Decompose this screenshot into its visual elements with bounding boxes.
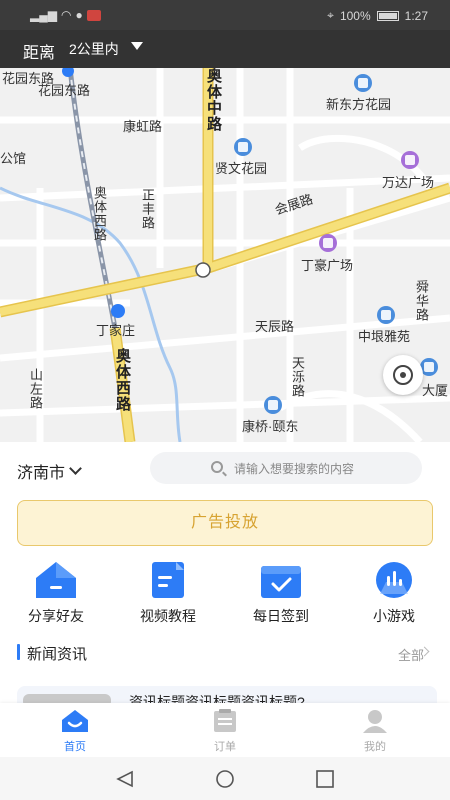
- map-label: 舜华路: [414, 280, 429, 322]
- map-label: 天辰路: [255, 319, 295, 334]
- map-label: 奥体中路: [205, 68, 222, 132]
- city-label: 济南市: [17, 465, 66, 482]
- poi-icon[interactable]: [264, 396, 282, 414]
- tab-orders[interactable]: 订单: [150, 703, 300, 757]
- status-bar: ▂▄▆ ◠ ● ⌖ 100% 1:27: [0, 0, 450, 30]
- home-icon: [62, 710, 88, 732]
- shortcut-label: 每日签到: [253, 608, 309, 624]
- tab-label: 订单: [214, 741, 236, 753]
- recents-square-icon[interactable]: [315, 770, 335, 788]
- map-label: 丁家庄: [96, 323, 136, 338]
- city-selector[interactable]: 济南市: [17, 459, 82, 483]
- back-triangle-icon[interactable]: [115, 770, 135, 788]
- chat-icon: ●: [75, 8, 83, 22]
- poi-icon[interactable]: [234, 138, 252, 156]
- shortcut-label: 视频教程: [140, 608, 196, 624]
- shortcut-label: 分享好友: [28, 608, 84, 624]
- news-section-header: 新闻资讯 全部: [0, 640, 450, 666]
- map-label: 新东方花园: [326, 97, 392, 112]
- map-label: 万达广场: [382, 175, 435, 190]
- signal-icon: ▂▄▆: [30, 8, 57, 22]
- map-view[interactable]: 花园东路 花园东路 奥体中路 新东方花园 康虹路 公馆 贤文花园 万达广场 正丰…: [0, 68, 450, 442]
- section-accent-bar: [17, 644, 20, 660]
- distance-dropdown[interactable]: 2公里内: [69, 39, 119, 59]
- system-nav-bar: [0, 757, 450, 800]
- map-label: 中垠雅苑: [358, 329, 411, 344]
- poi-icon[interactable]: [401, 151, 419, 169]
- home-circle-icon[interactable]: [214, 770, 236, 788]
- poi-icon[interactable]: [377, 306, 395, 324]
- shortcut-label: 小游戏: [373, 608, 415, 624]
- news-title: 新闻资讯: [27, 646, 88, 663]
- status-right: ⌖ 100% 1:27: [327, 8, 428, 23]
- poi-icon[interactable]: [354, 74, 372, 92]
- tab-home[interactable]: 首页: [0, 703, 150, 757]
- minor-roads: [0, 68, 450, 442]
- map-label: 正丰路: [140, 188, 155, 230]
- wifi-icon: ◠: [60, 8, 72, 22]
- map-label: 康虹路: [123, 119, 163, 134]
- checkin-icon: [261, 566, 301, 598]
- search-input[interactable]: 请输入想要搜索的内容: [150, 452, 422, 484]
- locate-me-button[interactable]: [383, 355, 423, 395]
- map-label: 康桥·颐东: [242, 419, 299, 434]
- game-chart-icon: [376, 562, 412, 598]
- shortcut-daily-checkin[interactable]: 每日签到: [225, 558, 337, 628]
- map-label: 公馆: [0, 151, 27, 166]
- document-icon: [152, 562, 184, 598]
- main-roads: [0, 68, 450, 442]
- map-label: 山左路: [28, 368, 43, 410]
- map-label: 大厦: [422, 383, 449, 398]
- location-icon: ⌖: [327, 8, 334, 22]
- battery-percent: 100%: [339, 8, 371, 23]
- user-icon: [363, 710, 387, 733]
- map-label: 丁豪广场: [301, 258, 354, 273]
- shortcut-mini-game[interactable]: 小游戏: [338, 558, 450, 628]
- metro-station-marker: [195, 262, 211, 278]
- shortcut-share-friends[interactable]: 分享好友: [0, 558, 112, 628]
- shortcut-video-tutorial[interactable]: 视频教程: [112, 558, 224, 628]
- station-marker-dingjiazhuang: [111, 304, 125, 318]
- caret-down-icon[interactable]: [131, 42, 143, 50]
- shortcut-grid: 分享好友 视频教程 每日签到 小游戏: [0, 558, 450, 628]
- bottom-tab-bar: 首页 订单 我的: [0, 703, 450, 757]
- news-more-link[interactable]: 全部: [398, 645, 424, 664]
- chevron-down-icon: [69, 462, 82, 475]
- orders-list-icon: [214, 709, 236, 732]
- ad-banner[interactable]: 广告投放: [17, 500, 433, 546]
- map-label: 奥体西路: [114, 348, 131, 412]
- distance-label: 距离: [23, 45, 56, 62]
- clock: 1:27: [404, 8, 428, 23]
- battery-icon: [376, 10, 399, 21]
- header-bar: 距离 2公里内: [0, 30, 450, 68]
- search-icon: [211, 461, 223, 473]
- ad-banner-label: 广告投放: [190, 514, 259, 531]
- tab-label: 首页: [64, 741, 86, 753]
- tab-profile[interactable]: 我的: [300, 703, 450, 757]
- map-label: 天泺路: [290, 356, 305, 398]
- poi-icon[interactable]: [319, 234, 337, 252]
- tab-label: 我的: [364, 741, 386, 753]
- home-share-icon: [36, 562, 76, 598]
- status-left: ▂▄▆ ◠ ●: [30, 8, 101, 22]
- search-placeholder: 请输入想要搜索的内容: [234, 462, 355, 476]
- map-label: 奥体西路: [92, 186, 107, 242]
- map-label: 花园东路: [38, 83, 91, 98]
- notification-icon: [86, 9, 101, 21]
- map-roads: [0, 68, 450, 442]
- map-label: 贤文花园: [215, 161, 268, 176]
